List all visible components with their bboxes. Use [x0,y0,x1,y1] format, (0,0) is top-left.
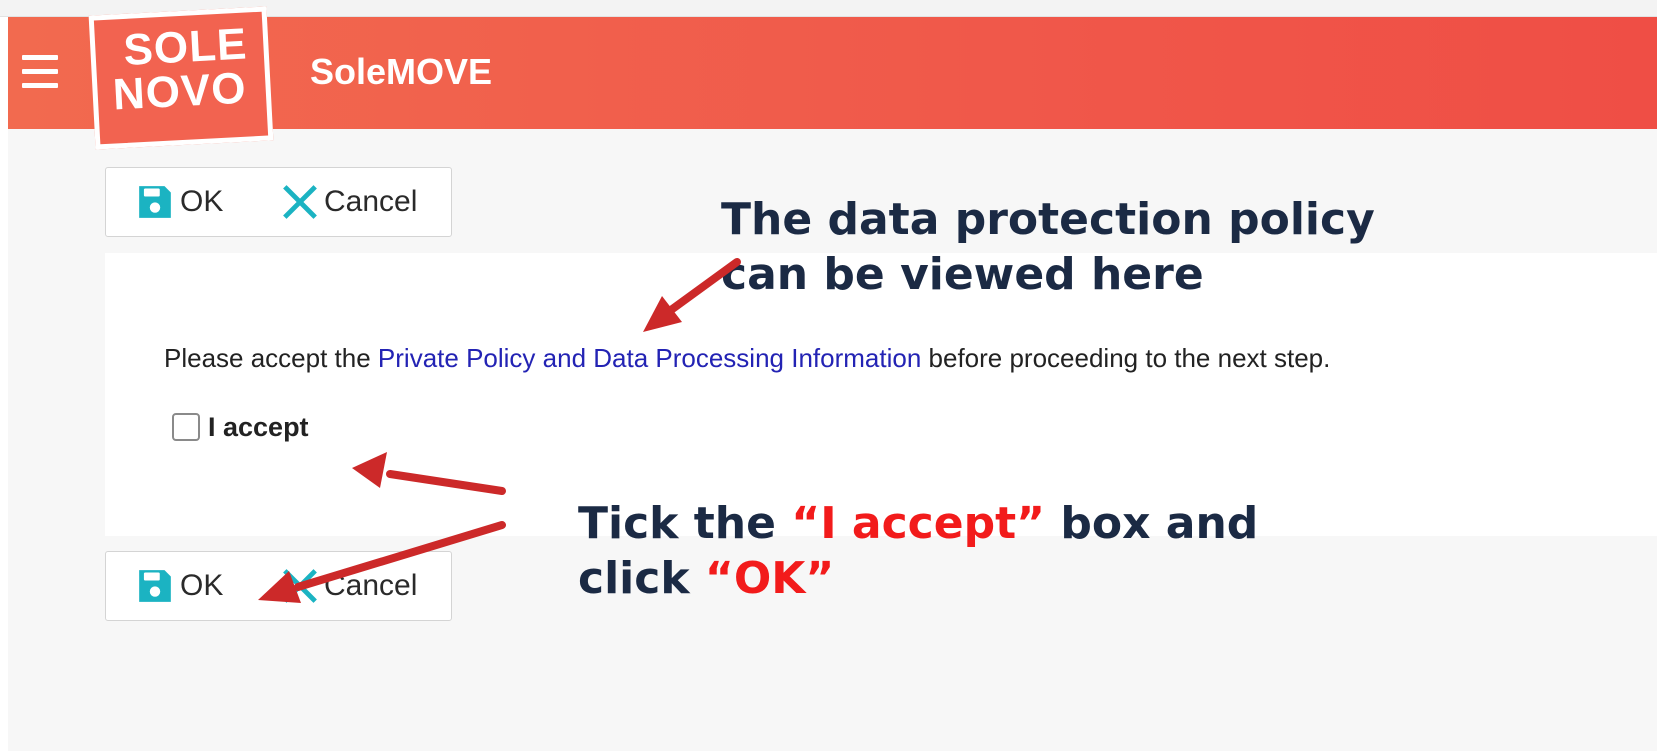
bottom-action-bar: OK Cancel [105,551,452,621]
tick-annotation-line1: Tick the “I accept” box and [578,496,1258,551]
logo-text-line2: NOVO [111,63,248,120]
policy-annotation: The data protection policy can be viewed… [721,192,1375,302]
cancel-button-label: Cancel [324,185,418,218]
ok-button-label: OK [180,185,224,218]
click-note-prefix: click [578,553,705,604]
top-action-bar: OK Cancel [105,167,452,237]
privacy-policy-link[interactable]: Private Policy and Data Processing Infor… [378,343,921,373]
tick-note-prefix: Tick the [578,498,792,549]
solenovo-logo[interactable]: SOLE NOVO [88,6,274,150]
cancel-button-bottom[interactable]: Cancel [282,552,417,620]
save-icon [139,186,171,218]
accept-checkbox-label[interactable]: I accept [208,410,309,444]
app-window: SOLE NOVO SoleMOVE OK Cancel Please acce… [8,6,1657,751]
close-icon [283,185,317,219]
hamburger-icon[interactable] [22,55,58,89]
policy-text-after: before proceeding to the next step. [921,343,1331,373]
accept-checkbox[interactable] [172,413,200,441]
accept-checkbox-row[interactable]: I accept [172,410,309,444]
tick-note-highlight: “I accept” [791,498,1046,549]
policy-instruction: Please accept the Private Policy and Dat… [164,341,1330,375]
ok-button[interactable]: OK [136,168,223,236]
tick-annotation-line2: click “OK” [578,551,1258,606]
ok-button-label: OK [180,569,224,602]
click-note-highlight: “OK” [704,553,835,604]
policy-text-before: Please accept the [164,343,378,373]
policy-annotation-line1: The data protection policy [721,194,1375,245]
close-icon [283,569,317,603]
tick-annotation: Tick the “I accept” box and click “OK” [578,496,1258,606]
app-title: SoleMOVE [310,51,493,92]
tick-note-suffix: box and [1045,498,1259,549]
app-header: SOLE NOVO SoleMOVE [8,6,1657,150]
ok-button-bottom[interactable]: OK [136,552,223,620]
save-icon [139,570,171,602]
cancel-button[interactable]: Cancel [282,168,417,236]
cancel-button-label: Cancel [324,569,418,602]
policy-annotation-line2: can be viewed here [721,249,1204,300]
